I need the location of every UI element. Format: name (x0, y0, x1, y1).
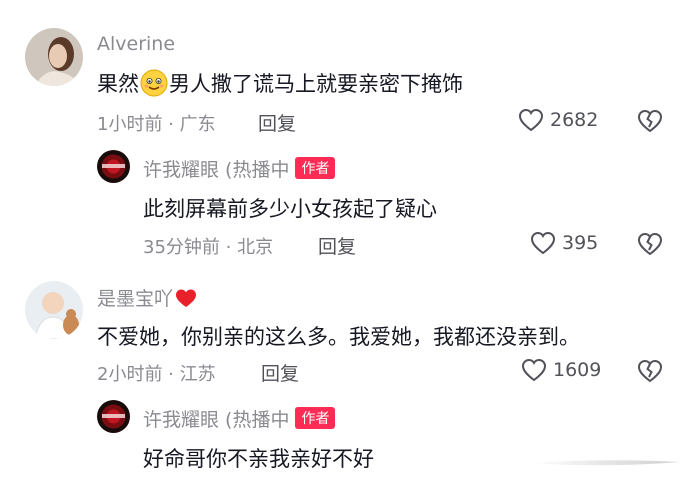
comment-username[interactable]: 许我耀眼 (热播中 作者 (143, 155, 336, 182)
username-text: 是墨宝吖 (97, 288, 174, 310)
author-badge: 作者 (295, 157, 336, 179)
comment-text: 好命哥你不亲我亲好不好 (143, 447, 374, 471)
like-button[interactable]: 1609 (521, 358, 601, 382)
broken-heart-icon[interactable] (637, 232, 663, 256)
comment-meta: 2小时前 · 江苏 (97, 360, 216, 386)
comment-time: 2小时前 (97, 364, 163, 385)
like-button[interactable]: 2682 (518, 108, 598, 132)
meta-separator: · (219, 237, 238, 258)
comment-time: 35分钟前 (143, 237, 220, 258)
comment-text-part: 男人撒了谎马上就要亲密下掩饰 (169, 72, 463, 96)
comment-text: 果然 男人撒了谎马上就要亲密下掩饰 (97, 68, 463, 98)
comment-location: 广东 (179, 114, 216, 135)
reply-button[interactable]: 回复 (258, 109, 296, 136)
comment-text: 不爱她，你别亲的这么多。我爱她，我都还没亲到。 (97, 325, 580, 349)
comment-text: 此刻屏幕前多少小女孩起了疑心 (143, 197, 437, 221)
comment-username[interactable]: Alverine (97, 33, 175, 55)
heart-outline-icon (521, 358, 547, 382)
meta-separator: · (162, 114, 180, 135)
comment-location: 北京 (237, 237, 274, 258)
author-avatar[interactable] (97, 400, 130, 433)
red-heart-icon (176, 289, 197, 307)
like-count: 1609 (553, 359, 602, 381)
comment-username[interactable]: 是墨宝吖 (97, 284, 197, 311)
author-avatar[interactable] (97, 150, 130, 183)
heart-outline-icon (530, 231, 556, 255)
avatar[interactable] (25, 28, 83, 86)
comment-username[interactable]: 许我耀眼 (热播中 作者 (143, 405, 336, 432)
like-count: 2682 (550, 109, 599, 131)
comment-meta: 1小时前 · 广东 (97, 110, 216, 136)
meta-separator: · (162, 364, 180, 385)
like-button[interactable]: 395 (530, 231, 598, 255)
comment-meta: 35分钟前 · 北京 (143, 233, 273, 259)
avatar[interactable] (25, 281, 83, 339)
author-name: 许我耀眼 (热播中 (143, 409, 290, 431)
smiling-face-emoji-icon (140, 69, 168, 97)
broken-heart-icon[interactable] (637, 109, 663, 133)
comment-time: 1小时前 (97, 114, 163, 135)
reply-button[interactable]: 回复 (318, 232, 356, 259)
comment-location: 江苏 (179, 364, 216, 385)
scroll-indicator[interactable] (530, 457, 680, 469)
like-count: 395 (562, 232, 599, 254)
author-name: 许我耀眼 (热播中 (143, 159, 290, 181)
broken-heart-icon[interactable] (637, 359, 663, 383)
author-badge: 作者 (295, 407, 336, 429)
reply-button[interactable]: 回复 (261, 359, 299, 386)
comment-text-part: 果然 (97, 72, 139, 96)
heart-outline-icon (518, 108, 544, 132)
